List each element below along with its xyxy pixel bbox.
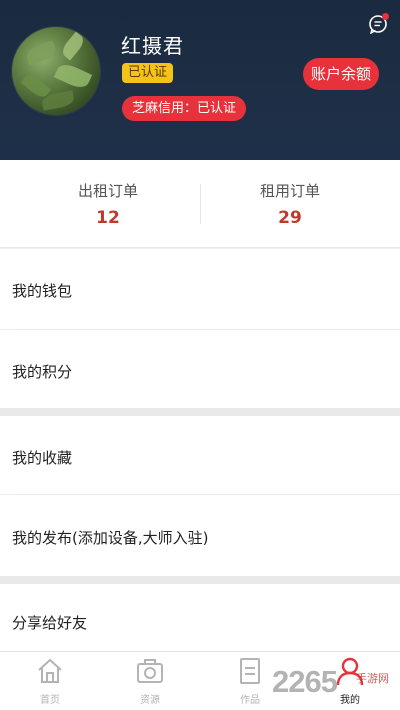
tab-resources[interactable]: 资源	[100, 652, 200, 710]
site-watermark-sub: 手游网	[356, 672, 389, 685]
bottom-tab-bar: 首页 资源 作品 我的	[0, 651, 400, 710]
section-gap	[0, 408, 400, 416]
site-watermark: 2265	[272, 664, 338, 699]
avatar[interactable]	[11, 26, 101, 116]
menu-item-label: 我的钱包	[12, 282, 73, 300]
rental-out-orders[interactable]: 出租订单 12	[8, 160, 208, 248]
menu-item-points[interactable]: 我的积分	[0, 330, 400, 408]
menu-item-label: 分享给好友	[12, 614, 88, 632]
rental-out-orders-count: 12	[96, 208, 120, 228]
camera-icon	[137, 659, 163, 683]
account-balance-button[interactable]: 账户余额	[303, 58, 380, 90]
tab-home[interactable]: 首页	[0, 652, 100, 710]
menu-item-label: 我的积分	[12, 363, 73, 381]
menu-item-share[interactable]: 分享给好友	[0, 584, 400, 651]
document-icon	[240, 658, 260, 684]
menu-item-my-posts[interactable]: 我的发布(添加设备,大师入驻)	[0, 495, 400, 576]
username: 红摄君	[121, 34, 184, 58]
menu-item-label: 我的收藏	[12, 449, 73, 467]
rental-in-orders-count: 29	[278, 208, 302, 228]
tab-home-label: 首页	[40, 695, 60, 706]
profile-header: 红摄君 已认证 芝麻信用：已认证 账户余额	[0, 0, 400, 160]
tab-resources-label: 资源	[140, 695, 160, 706]
chat-bubble-icon[interactable]	[368, 12, 390, 34]
menu-item-label: 我的发布(添加设备,大师入驻)	[12, 529, 209, 547]
menu-item-wallet[interactable]: 我的钱包	[0, 249, 400, 329]
credit-status-badge[interactable]: 芝麻信用：已认证	[122, 96, 247, 121]
menu-item-favorites[interactable]: 我的收藏	[0, 416, 400, 494]
rental-in-orders-label: 租用订单	[259, 182, 320, 200]
section-gap	[0, 576, 400, 584]
rental-out-orders-label: 出租订单	[77, 182, 138, 200]
verified-badge: 已认证	[122, 63, 174, 83]
orders-summary: 出租订单 12 租用订单 29	[0, 160, 400, 248]
home-icon	[38, 658, 62, 683]
rental-in-orders[interactable]: 租用订单 29	[190, 160, 390, 248]
